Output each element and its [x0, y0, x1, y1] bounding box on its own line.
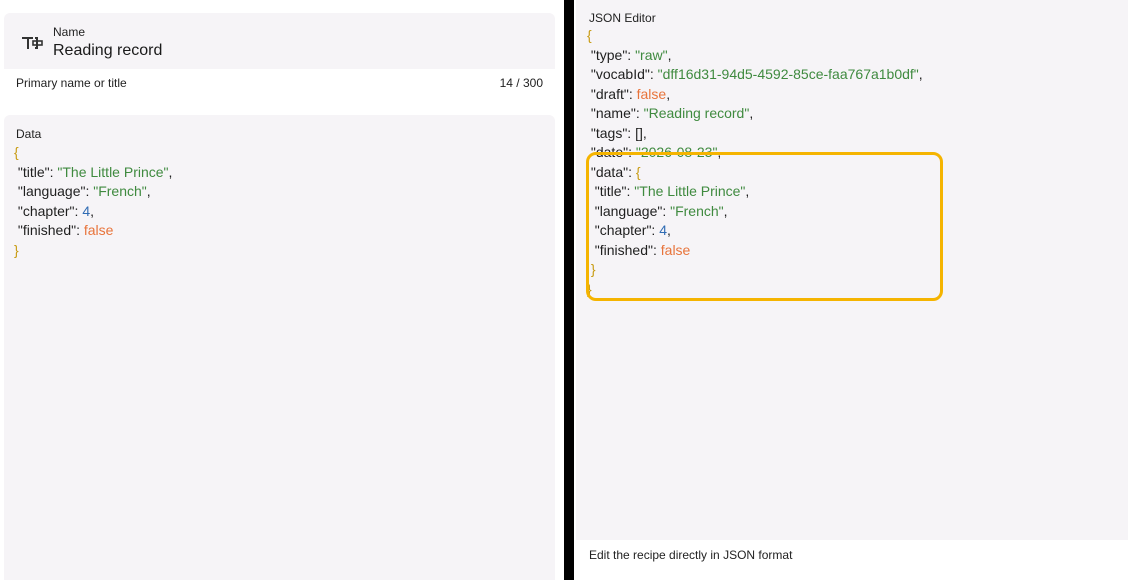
code-line: "chapter": 4, — [587, 221, 923, 241]
json-brace: { — [587, 27, 592, 43]
json-comma: , — [723, 202, 728, 219]
code-line: "data": { — [587, 163, 923, 183]
json-value: "2026-08-23" — [635, 144, 718, 160]
json-key: "date" — [590, 144, 629, 160]
form-pane: Name Reading record Primary name or titl… — [0, 0, 564, 580]
code-line: } — [587, 260, 923, 280]
json-colon: : — [628, 144, 636, 160]
code-line: "vocabId": "dff16d31-94d5-4592-85ce-faa7… — [587, 65, 923, 85]
json-value: false — [636, 85, 667, 102]
json-key: "title" — [594, 183, 627, 199]
json-value: "French" — [670, 202, 724, 219]
split-divider[interactable] — [564, 0, 574, 580]
json-key: "tags" — [590, 124, 628, 141]
name-field-helper-row: Primary name or title 14 / 300 — [16, 76, 543, 92]
data-code-block[interactable]: { "title": "The Little Prince", "languag… — [14, 143, 172, 260]
json-value: "The Little Prince" — [634, 183, 746, 199]
code-line: { — [587, 26, 923, 46]
code-line: } — [14, 241, 172, 261]
name-field-value[interactable]: Reading record — [53, 42, 162, 60]
json-key: "vocabId" — [590, 66, 650, 82]
json-brace: } — [590, 261, 596, 277]
json-value: "Reading record" — [643, 105, 750, 121]
json-value: "dff16d31-94d5-4592-85ce-faa767a1b0df" — [657, 66, 919, 82]
json-key: "chapter" — [17, 202, 75, 219]
json-value: [] — [635, 124, 643, 141]
json-key: "title" — [17, 163, 50, 180]
json-key: "language" — [594, 202, 663, 219]
json-comma: , — [168, 163, 173, 180]
data-field[interactable]: Data { "title": "The Little Prince", "la… — [4, 115, 555, 580]
code-line: { — [14, 143, 172, 163]
json-value: "raw" — [635, 46, 668, 63]
code-line: "date": "2026-08-23", — [587, 143, 923, 163]
json-value: false — [660, 241, 691, 258]
json-comma: , — [642, 124, 647, 141]
json-colon: : — [649, 66, 658, 82]
json-colon: : — [628, 163, 636, 180]
text-field-icon — [22, 37, 43, 49]
json-colon: : — [662, 202, 671, 219]
json-key: "chapter" — [594, 222, 652, 238]
json-value: false — [83, 222, 114, 238]
json-comma: , — [667, 222, 671, 238]
json-key: "type" — [590, 46, 628, 63]
json-editor-label: JSON Editor — [589, 11, 656, 25]
json-key: "language" — [17, 183, 86, 199]
json-colon: : — [628, 85, 637, 102]
name-field-helper: Primary name or title — [16, 76, 127, 90]
code-line: "type": "raw", — [587, 46, 923, 66]
json-brace: { — [14, 144, 19, 160]
json-value: "French" — [93, 183, 147, 199]
json-value: "The Little Prince" — [57, 163, 169, 180]
json-key: "finished" — [17, 222, 77, 238]
json-brace: } — [587, 280, 592, 297]
name-field-label: Name — [53, 25, 86, 39]
code-line: "title": "The Little Prince", — [14, 163, 173, 183]
json-code-block[interactable]: { "type": "raw", "vocabId": "dff16d31-94… — [587, 26, 923, 299]
json-value: 4 — [659, 222, 667, 238]
code-line: "language": "French", — [587, 202, 923, 222]
code-line: } — [587, 280, 923, 300]
app-root: Name Reading record Primary name or titl… — [0, 0, 1138, 580]
json-key: "data" — [590, 163, 629, 180]
json-editor-helper: Edit the recipe directly in JSON format — [589, 548, 793, 562]
json-colon: : — [76, 222, 84, 238]
json-colon: : — [635, 105, 644, 121]
json-editor-pane: JSON Editor { "type": "raw", "vocabId": … — [574, 0, 1138, 580]
json-comma: , — [146, 183, 151, 199]
json-comma: , — [717, 144, 722, 160]
code-line: "language": "French", — [14, 182, 172, 202]
json-colon: : — [627, 124, 636, 141]
code-line: "title": "The Little Prince", — [587, 182, 923, 202]
json-colon: : — [652, 241, 661, 258]
json-key: "finished" — [594, 241, 653, 258]
json-comma: , — [745, 183, 750, 199]
json-key: "name" — [590, 105, 636, 121]
json-editor[interactable]: JSON Editor { "type": "raw", "vocabId": … — [576, 0, 1128, 540]
json-comma: , — [667, 46, 672, 63]
code-line: "finished": false — [14, 221, 172, 241]
json-key: "draft" — [590, 85, 629, 102]
json-brace: } — [14, 241, 19, 258]
json-brace: { — [635, 163, 641, 180]
json-comma: , — [749, 105, 754, 121]
json-comma: , — [918, 66, 923, 82]
json-colon: : — [627, 46, 636, 63]
json-value: 4 — [82, 202, 91, 219]
name-field[interactable]: Name Reading record — [4, 13, 555, 69]
code-line: "name": "Reading record", — [587, 104, 923, 124]
data-field-label: Data — [16, 127, 42, 141]
json-comma: , — [666, 85, 671, 102]
code-line: "tags": [], — [587, 124, 923, 144]
character-counter: 14 / 300 — [499, 76, 543, 90]
code-line: "finished": false — [587, 241, 923, 261]
json-comma: , — [90, 202, 94, 219]
code-line: "draft": false, — [587, 85, 923, 105]
code-line: "chapter": 4, — [14, 202, 172, 222]
